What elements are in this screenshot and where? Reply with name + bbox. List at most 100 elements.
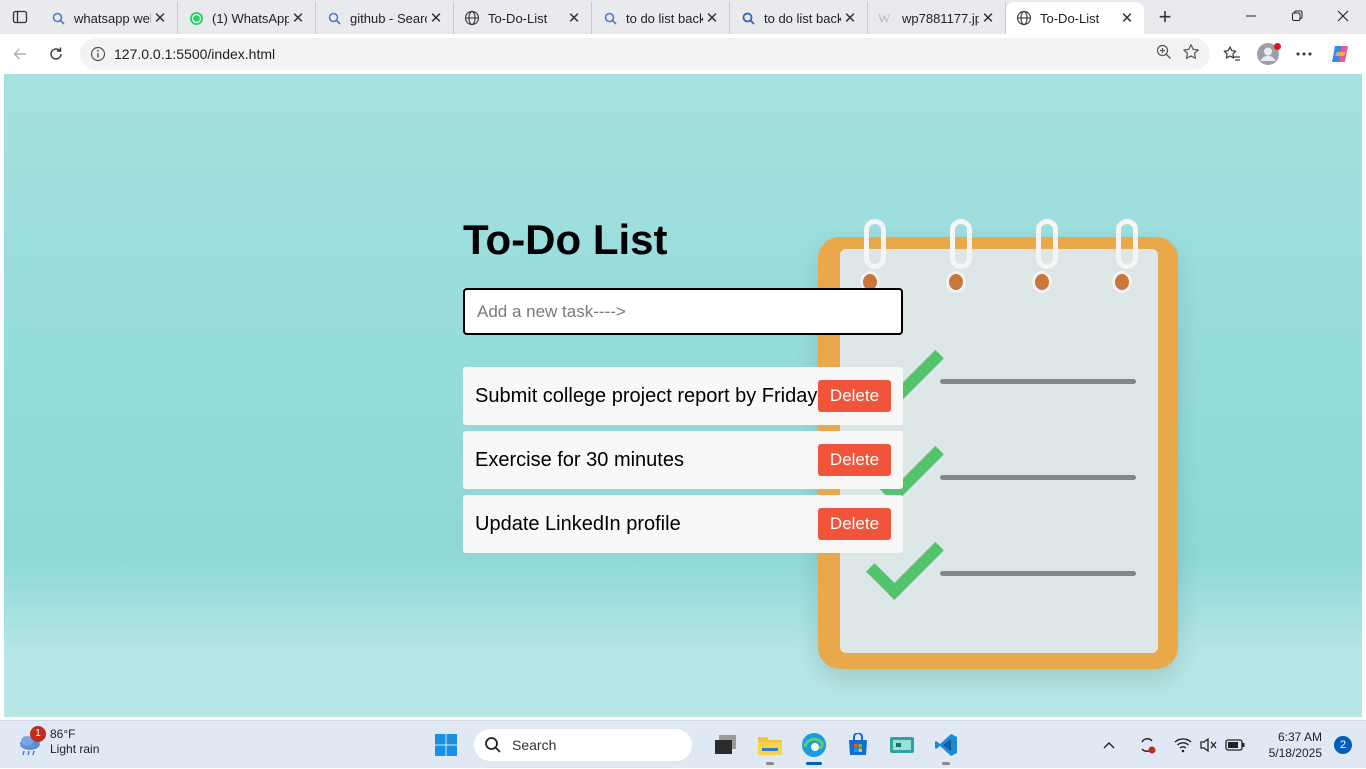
svg-text:W: W bbox=[878, 11, 891, 25]
tab-todo-list[interactable]: To-Do-List ✕ bbox=[454, 2, 592, 34]
notepad-line bbox=[940, 571, 1136, 576]
battery-button[interactable] bbox=[1223, 733, 1247, 757]
close-icon[interactable]: ✕ bbox=[979, 9, 997, 27]
close-icon[interactable]: ✕ bbox=[151, 9, 169, 27]
search-icon bbox=[602, 10, 618, 26]
notepad-line bbox=[940, 475, 1136, 480]
ring-hole bbox=[946, 271, 966, 293]
more-dots-icon bbox=[1296, 52, 1312, 56]
todo-app: To-Do List Submit college project report… bbox=[463, 214, 903, 559]
microsoft-store-button[interactable] bbox=[836, 725, 880, 765]
tab-whatsapp[interactable]: (1) WhatsApp ✕ bbox=[178, 2, 316, 34]
task-item: Update LinkedIn profile Delete bbox=[463, 495, 903, 553]
tab-title: To-Do-List bbox=[1040, 10, 1100, 26]
profile-button[interactable] bbox=[1250, 38, 1286, 70]
weather-temperature: 86°F bbox=[50, 727, 76, 741]
volume-button[interactable] bbox=[1197, 733, 1221, 757]
delete-task-button[interactable]: Delete bbox=[818, 380, 891, 412]
delete-task-button[interactable]: Delete bbox=[818, 508, 891, 540]
wifi-button[interactable] bbox=[1171, 733, 1195, 757]
back-button[interactable] bbox=[2, 38, 38, 70]
refresh-button[interactable] bbox=[38, 38, 74, 70]
clock-time: 6:37 AM bbox=[1277, 730, 1322, 744]
favorite-star-icon[interactable] bbox=[1182, 43, 1200, 66]
plus-icon: + bbox=[1158, 4, 1172, 29]
url-text[interactable]: 127.0.0.1:5500/index.html bbox=[114, 46, 275, 62]
sync-tray-button[interactable] bbox=[1135, 733, 1159, 757]
taskbar-search[interactable]: Search bbox=[474, 729, 692, 761]
tab-github-search[interactable]: github - Search ✕ bbox=[316, 2, 454, 34]
windows-logo-icon bbox=[435, 734, 457, 756]
close-window-button[interactable] bbox=[1320, 0, 1366, 32]
task-item: Exercise for 30 minutes Delete bbox=[463, 431, 903, 489]
tab-todo-background-search-2[interactable]: to do list back ✕ bbox=[730, 2, 868, 34]
zoom-icon[interactable] bbox=[1156, 44, 1172, 65]
vscode-button[interactable] bbox=[924, 725, 968, 765]
start-button[interactable] bbox=[424, 725, 468, 765]
minimize-icon bbox=[1246, 15, 1256, 17]
tab-wallpaper-image[interactable]: W wp7881177.jpg ✕ bbox=[868, 2, 1006, 34]
refresh-icon bbox=[50, 47, 62, 60]
clock[interactable]: 6:37 AM 5/18/2025 bbox=[1269, 729, 1322, 761]
more-menu-button[interactable] bbox=[1286, 38, 1322, 70]
close-icon[interactable]: ✕ bbox=[289, 9, 307, 27]
sync-alert-icon bbox=[1140, 738, 1156, 754]
edge-icon bbox=[802, 733, 826, 757]
new-tab-button[interactable]: + bbox=[1148, 1, 1182, 33]
whatsapp-icon bbox=[188, 10, 204, 26]
search-icon bbox=[50, 10, 66, 26]
tab-actions-icon bbox=[12, 10, 28, 24]
tab-todo-background-search[interactable]: to do list back ✕ bbox=[592, 2, 730, 34]
close-icon[interactable]: ✕ bbox=[841, 9, 859, 27]
task-list: Submit college project report by Friday … bbox=[463, 367, 903, 553]
taskbar-search-label: Search bbox=[512, 737, 557, 753]
site-info-icon[interactable] bbox=[82, 46, 114, 62]
toolbar-right-actions bbox=[1214, 38, 1358, 70]
globe-icon bbox=[1016, 10, 1032, 26]
wifi-icon bbox=[1174, 738, 1192, 753]
weather-widget[interactable]: 1 86°F Light rain bbox=[16, 726, 100, 757]
task-text: Submit college project report by Friday bbox=[475, 384, 818, 407]
copilot-icon bbox=[1332, 46, 1348, 62]
windows-taskbar: 1 86°F Light rain Search 6:37 AM 5/18/20… bbox=[0, 720, 1366, 768]
clock-date: 5/18/2025 bbox=[1268, 746, 1322, 760]
close-icon[interactable]: ✕ bbox=[1118, 9, 1136, 27]
globe-icon bbox=[464, 10, 480, 26]
copilot-button[interactable] bbox=[1322, 38, 1358, 70]
volume-muted-icon bbox=[1199, 737, 1217, 753]
minimize-button[interactable] bbox=[1228, 0, 1274, 32]
tab-whatsapp-web-search[interactable]: whatsapp web ✕ bbox=[40, 2, 178, 34]
tab-title: wp7881177.jpg bbox=[902, 10, 979, 26]
edge-browser-button[interactable] bbox=[792, 725, 836, 765]
address-bar[interactable]: 127.0.0.1:5500/index.html bbox=[80, 38, 1210, 70]
ring-hole bbox=[1112, 271, 1132, 293]
favorites-icon bbox=[1223, 46, 1240, 61]
tab-todo-list-active[interactable]: To-Do-List ✕ bbox=[1006, 2, 1144, 34]
weather-description: Light rain bbox=[50, 742, 100, 756]
task-text: Exercise for 30 minutes bbox=[475, 448, 684, 471]
favorites-button[interactable] bbox=[1214, 38, 1250, 70]
system-tray: 6:37 AM 5/18/2025 2 bbox=[1089, 721, 1352, 769]
back-arrow-icon bbox=[13, 48, 26, 60]
task-view-button[interactable] bbox=[704, 725, 748, 765]
tab-title: github - Search bbox=[350, 10, 427, 26]
tab-title: To-Do-List bbox=[488, 10, 548, 26]
tab-actions-button[interactable] bbox=[0, 0, 40, 34]
close-icon[interactable]: ✕ bbox=[565, 9, 583, 27]
restore-button[interactable] bbox=[1274, 0, 1320, 32]
delete-task-button[interactable]: Delete bbox=[818, 444, 891, 476]
close-icon[interactable]: ✕ bbox=[427, 9, 445, 27]
file-explorer-button[interactable] bbox=[748, 725, 792, 765]
battery-icon bbox=[1224, 739, 1245, 751]
search-icon bbox=[485, 737, 501, 753]
network-app-button[interactable] bbox=[880, 725, 924, 765]
image-icon: W bbox=[878, 10, 894, 26]
close-icon[interactable]: ✕ bbox=[703, 9, 721, 27]
show-hidden-icons-button[interactable] bbox=[1097, 733, 1121, 757]
new-task-input[interactable] bbox=[463, 288, 903, 335]
monitor-app-icon bbox=[890, 737, 914, 753]
notification-badge[interactable]: 2 bbox=[1334, 736, 1352, 754]
vscode-icon bbox=[935, 734, 957, 756]
search-icon bbox=[740, 10, 756, 26]
ring-hole bbox=[1032, 271, 1052, 293]
